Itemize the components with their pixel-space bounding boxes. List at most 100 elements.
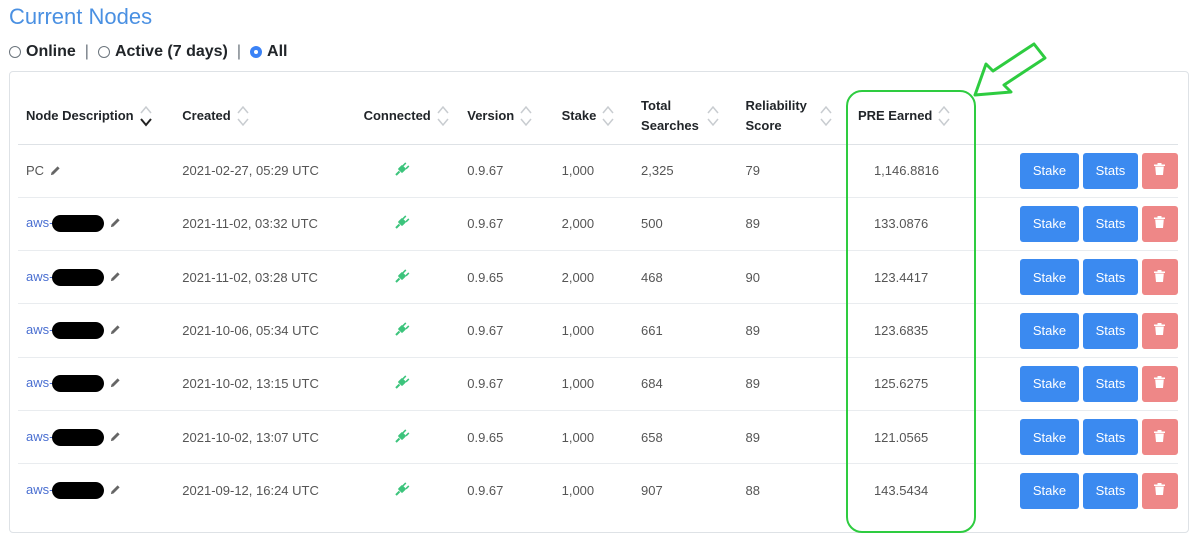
delete-button[interactable]	[1141, 365, 1178, 402]
trash-icon	[1154, 483, 1166, 498]
stats-button[interactable]: Stats	[1082, 312, 1138, 349]
plug-icon	[394, 161, 410, 180]
connected-cell	[341, 303, 460, 358]
node-name-link[interactable]: aws-	[26, 482, 105, 500]
version-cell: 0.9.67	[467, 483, 504, 499]
column-label: Reliability Score	[745, 97, 807, 133]
stats-button[interactable]: Stats	[1082, 152, 1138, 189]
node-name: aws-	[26, 482, 54, 498]
stats-button[interactable]: Stats	[1082, 472, 1138, 509]
node-description-cell: aws-	[18, 250, 175, 305]
stats-button[interactable]: Stats	[1082, 259, 1138, 296]
delete-button[interactable]	[1141, 205, 1178, 242]
sort-icon[interactable]	[437, 104, 449, 128]
node-name-link[interactable]: aws-	[26, 215, 105, 233]
sort-icon[interactable]	[520, 104, 532, 128]
table-row: aws- 2021-10-06, 05:34 UTC 0.9.67 1,000 661 8…	[18, 303, 1178, 358]
radio-online[interactable]	[9, 46, 21, 58]
column-label: Stake	[561, 108, 597, 124]
node-filter: Online | Active (7 days) | All	[9, 43, 287, 61]
stake-button[interactable]: Stake	[1019, 419, 1079, 456]
searches-cell: 658	[633, 410, 738, 465]
radio-active[interactable]	[97, 46, 110, 58]
node-name-link[interactable]: aws-	[26, 322, 105, 340]
column-label: Created	[182, 108, 231, 124]
version-cell: 0.9.65	[459, 250, 554, 305]
actions-cell: Stake Stats	[1007, 303, 1178, 358]
stats-button[interactable]: Stats	[1082, 365, 1138, 402]
stake-cell: 2,000	[553, 197, 634, 252]
stake-button[interactable]: Stake	[1019, 205, 1079, 242]
node-name-link[interactable]: aws-	[26, 375, 105, 393]
connected-cell	[341, 250, 460, 305]
delete-button[interactable]	[1141, 259, 1178, 296]
node-name-link[interactable]: aws-	[26, 429, 105, 446]
trash-icon	[1154, 376, 1166, 391]
pencil-icon[interactable]	[110, 376, 121, 391]
connected-cell	[341, 410, 460, 465]
sort-icon[interactable]	[237, 104, 249, 128]
pencil-icon[interactable]	[110, 323, 121, 338]
delete-button[interactable]	[1141, 472, 1178, 509]
filter-all[interactable]: All	[250, 43, 287, 61]
plug-icon	[394, 481, 410, 500]
column-header-stake[interactable]: Stake	[553, 88, 634, 145]
stats-button[interactable]: Stats	[1082, 205, 1138, 242]
sort-icon[interactable]	[602, 104, 614, 128]
actions-cell: Stake Stats	[1008, 464, 1178, 517]
actions-cell: Stake Stats	[1007, 250, 1178, 305]
version-cell: 0.9.65	[459, 410, 554, 465]
nodes-table: Node Description Created Connected Version S…	[18, 88, 1178, 517]
pencil-icon[interactable]	[110, 430, 121, 445]
radio-all[interactable]	[250, 46, 263, 58]
redacted-block	[52, 322, 105, 340]
delete-button[interactable]	[1141, 152, 1178, 189]
plug-icon	[394, 321, 410, 340]
stats-button[interactable]: Stats	[1082, 419, 1138, 456]
pre-earned-cell: 123.6835	[849, 303, 1008, 358]
delete-button[interactable]	[1141, 419, 1178, 456]
created-cell: 2021-09-12, 16:24 UTC	[182, 483, 319, 499]
pencil-icon[interactable]	[110, 216, 121, 231]
reliability-cell: 88	[745, 483, 760, 499]
sort-icon[interactable]	[819, 104, 832, 128]
column-header-reliability-score[interactable]: Reliability Score	[737, 88, 850, 145]
column-header-connected[interactable]: Connected	[341, 88, 460, 145]
column-header-node-description[interactable]: Node Description	[18, 88, 175, 145]
created-cell: 2021-10-02, 13:15 UTC	[174, 357, 342, 411]
node-name: PC	[26, 162, 45, 178]
stake-button[interactable]: Stake	[1019, 472, 1079, 509]
node-name: aws-	[26, 322, 54, 337]
plug-icon	[394, 268, 410, 287]
connected-cell	[341, 144, 460, 198]
sort-icon[interactable]	[707, 104, 719, 128]
column-header-version[interactable]: Version	[459, 88, 554, 145]
pre-earned-cell: 143.5434	[873, 483, 929, 499]
filter-active[interactable]: Active (7 days)	[97, 43, 228, 61]
pencil-icon[interactable]	[110, 270, 121, 285]
delete-button[interactable]	[1141, 312, 1178, 349]
stake-button[interactable]: Stake	[1019, 312, 1079, 349]
pencil-icon[interactable]	[110, 483, 121, 498]
pencil-icon[interactable]	[50, 164, 61, 179]
trash-icon	[1154, 216, 1166, 231]
node-name-link[interactable]: aws-	[26, 269, 105, 286]
trash-icon	[1154, 163, 1166, 178]
stake-cell: 1,000	[553, 144, 634, 198]
stake-button[interactable]: Stake	[1019, 259, 1079, 296]
stake-cell: 1,000	[553, 410, 634, 465]
column-header-created[interactable]: Created	[174, 88, 342, 145]
version-cell: 0.9.67	[459, 197, 554, 252]
sort-icon[interactable]	[938, 104, 950, 128]
filter-online[interactable]: Online	[9, 43, 76, 61]
searches-cell: 661	[633, 303, 738, 358]
table-row: aws- 2021-10-02, 13:07 UTC 0.9.65 1,000 658 8…	[18, 410, 1178, 465]
stake-button[interactable]: Stake	[1019, 365, 1079, 402]
column-header-total-searches[interactable]: Total Searches	[633, 88, 738, 145]
stake-cell: 1,000	[553, 303, 634, 358]
reliability-cell: 89	[737, 357, 850, 411]
sort-icon[interactable]	[139, 104, 152, 128]
stake-button[interactable]: Stake	[1019, 152, 1079, 189]
node-description-cell: aws-	[18, 197, 175, 252]
node-name: aws-	[26, 215, 54, 231]
